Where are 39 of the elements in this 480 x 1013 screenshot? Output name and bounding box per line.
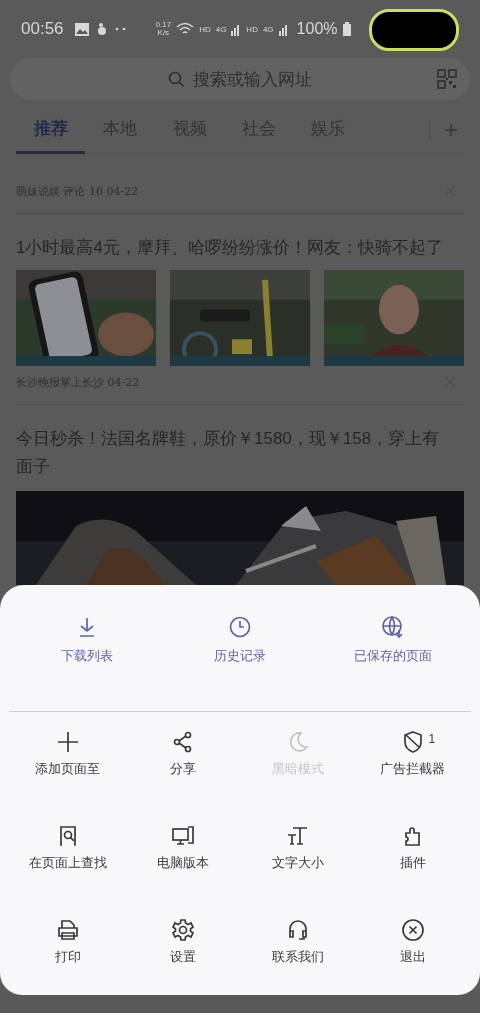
- net-speed-value: 0.17: [155, 21, 172, 29]
- globe-icon: [381, 615, 406, 639]
- monitor-icon: [170, 824, 195, 848]
- menu-item[interactable]: 分享: [125, 726, 240, 782]
- network-type-label: 4G: [262, 24, 274, 34]
- menu-shortcut[interactable]: 历史记录: [170, 615, 310, 697]
- menu-item[interactable]: 插件: [355, 820, 470, 876]
- network-type-label: 4G: [215, 24, 227, 34]
- signal-icon: [278, 22, 289, 36]
- menu-item[interactable]: 1 广告拦截器: [355, 726, 470, 782]
- close-circle-icon: [400, 918, 425, 942]
- menu-item[interactable]: 电脑版本: [125, 820, 240, 876]
- menu-item[interactable]: 设置: [125, 914, 240, 970]
- menu-shortcut[interactable]: 下载列表: [16, 615, 157, 697]
- text-size-icon: [285, 824, 310, 848]
- menu-item[interactable]: 退出: [355, 914, 470, 970]
- menu-item[interactable]: 在页面上查找: [10, 820, 125, 876]
- clock-time: 00:56: [21, 19, 64, 39]
- wifi-icon: [176, 22, 195, 36]
- menu-shortcut[interactable]: 已保存的页面: [323, 615, 464, 697]
- printer-icon: [55, 918, 80, 942]
- menu-item[interactable]: 联系我们: [240, 914, 355, 970]
- search-icon: [168, 70, 185, 88]
- app-icon: [95, 22, 108, 36]
- battery-percent: 100%: [296, 20, 338, 38]
- image-icon: [74, 22, 89, 36]
- qr-code-icon[interactable]: [437, 69, 457, 89]
- menu-item[interactable]: 添加页面至: [10, 726, 125, 782]
- hd-label: HD: [246, 24, 258, 34]
- menu-item[interactable]: 文字大小: [240, 820, 355, 876]
- menu-item[interactable]: 打印: [10, 914, 125, 970]
- net-speed-unit: K/s: [157, 29, 170, 37]
- settings-icon: [170, 918, 195, 942]
- battery-icon: [342, 22, 351, 36]
- hd-label: HD: [199, 24, 211, 34]
- signal-icon: [231, 22, 242, 36]
- blocked-count: 1: [428, 732, 436, 746]
- clock-icon: [228, 615, 252, 639]
- plus-icon: [55, 730, 80, 754]
